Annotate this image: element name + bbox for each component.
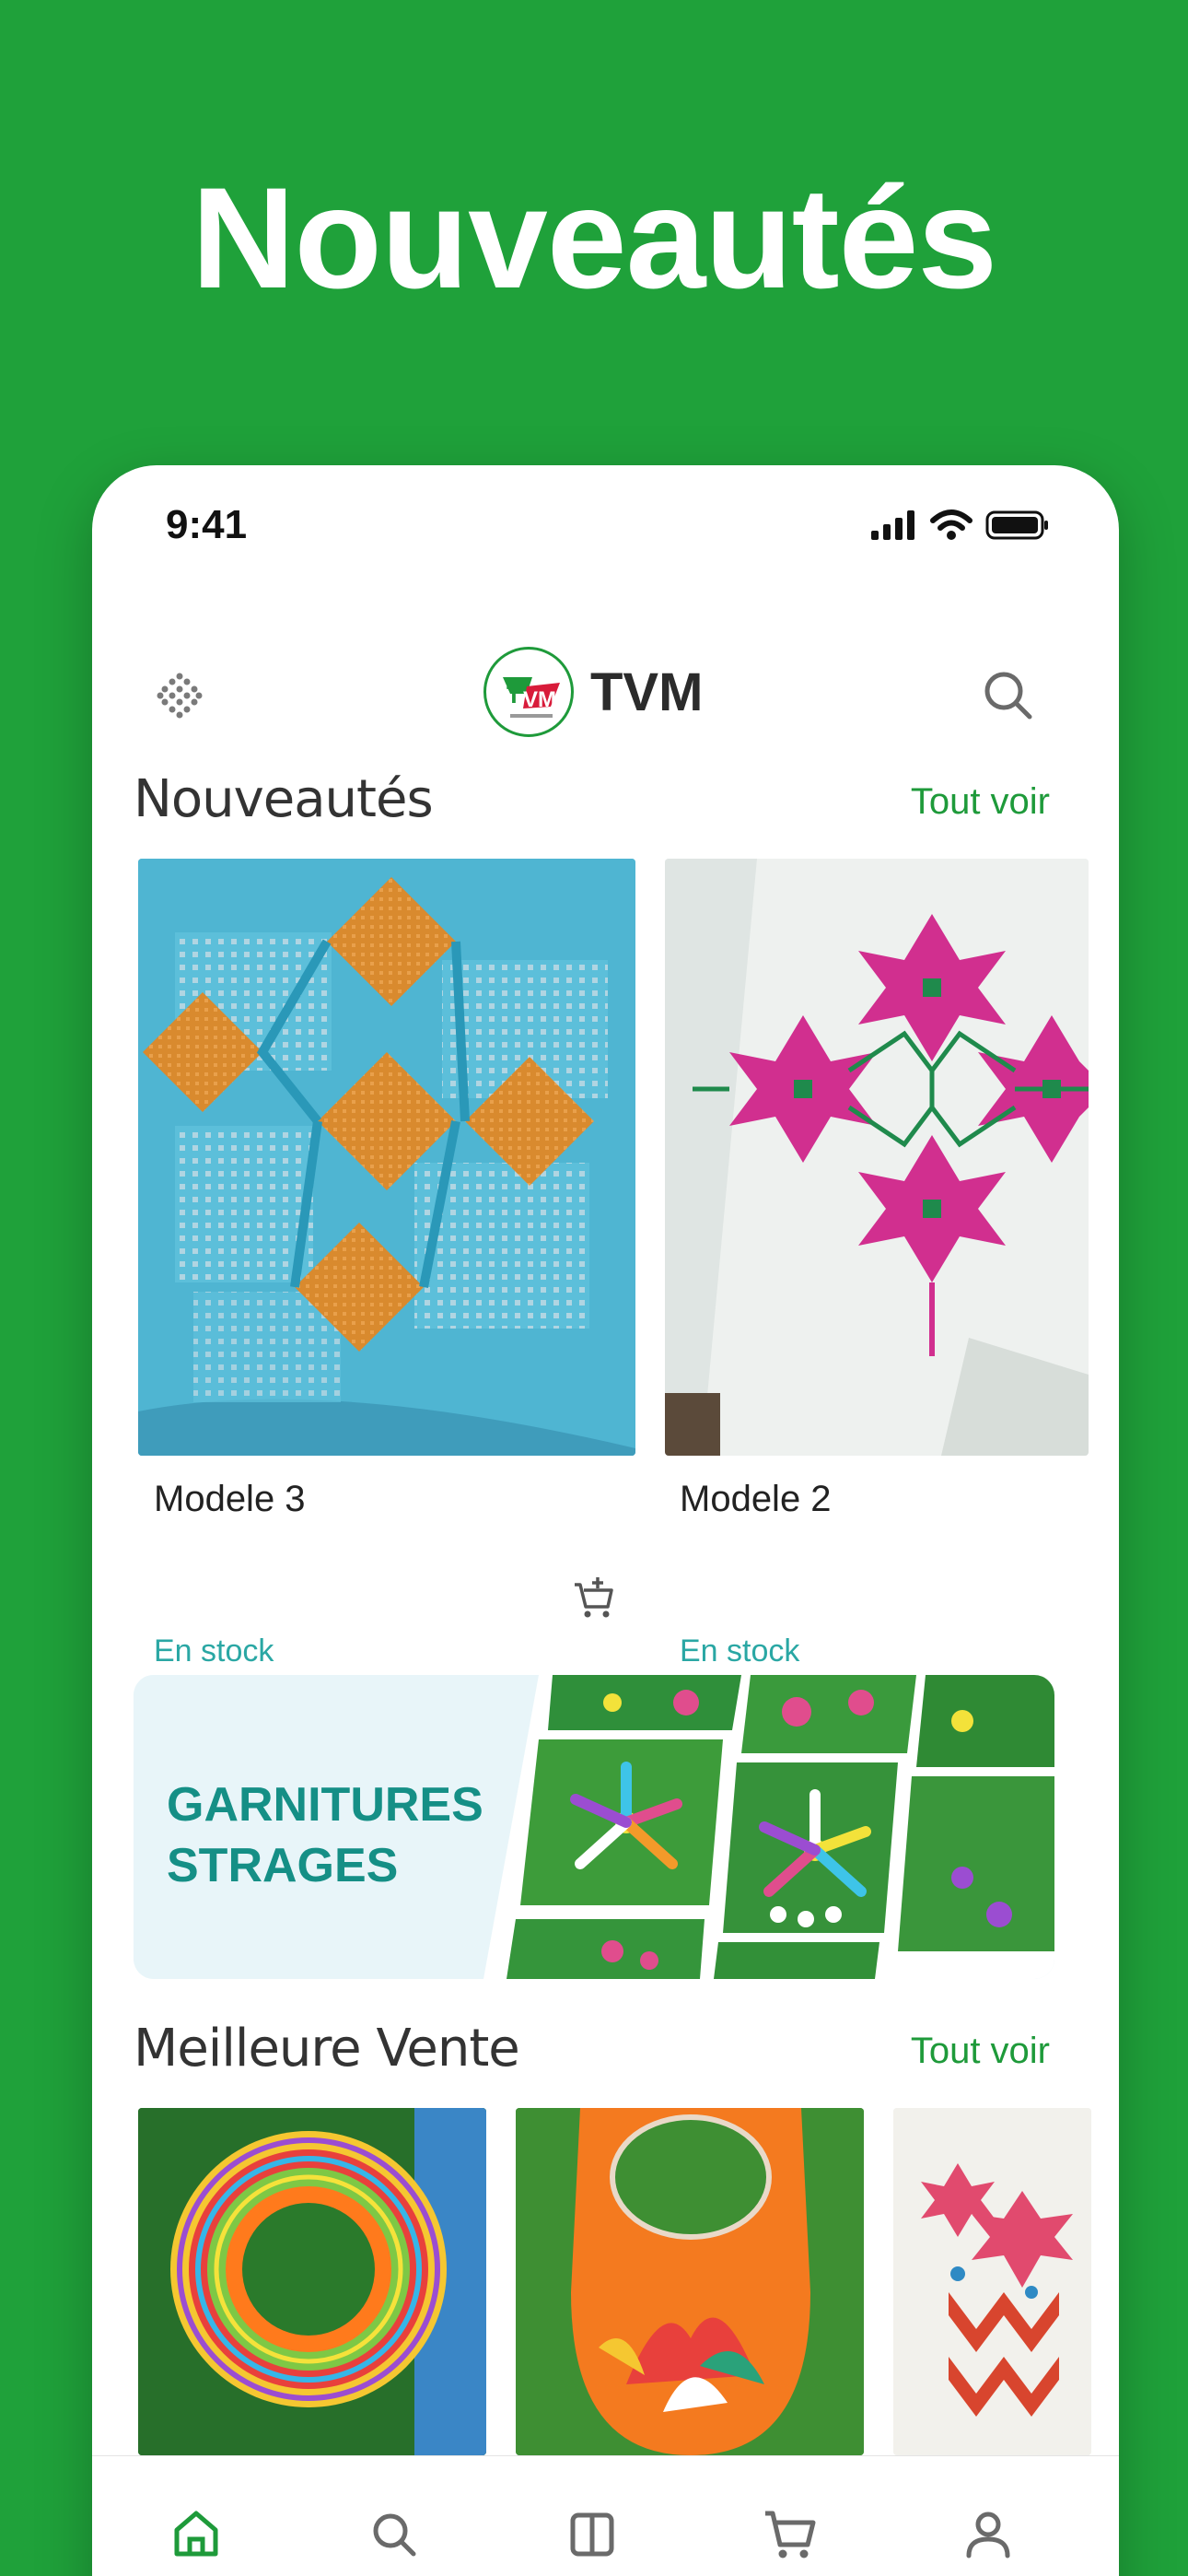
product-card[interactable] (138, 2108, 486, 2455)
status-time: 9:41 (166, 502, 248, 547)
promo-banner[interactable]: GARNITURES STRAGES (134, 1675, 1054, 1979)
brand-logo: T VM (483, 647, 574, 737)
catalog-icon (570, 2512, 614, 2557)
banner-text: GARNITURES STRAGES (167, 1774, 483, 1896)
product-card[interactable] (665, 859, 1089, 1456)
wifi-icon (930, 509, 973, 540)
home-icon (174, 2511, 218, 2557)
product-image[interactable] (516, 2108, 864, 2455)
nav-cart[interactable] (760, 2504, 821, 2565)
profile-icon (966, 2512, 1010, 2558)
banner-line-2: STRAGES (167, 1839, 399, 1892)
stock-status: En stock (680, 1633, 800, 1669)
product-image[interactable] (893, 2108, 1091, 2455)
nav-search[interactable] (364, 2504, 425, 2565)
nav-catalog[interactable] (562, 2504, 623, 2565)
section-title-best-sellers: Meilleure Vente (134, 2019, 520, 2078)
add-to-cart-button[interactable] (571, 1575, 617, 1622)
battery-icon (985, 510, 1048, 540)
svg-text:T: T (507, 681, 521, 708)
grid-dots-icon (157, 673, 203, 719)
brand[interactable]: T VM TVM (483, 647, 703, 737)
status-bar: 9:41 (92, 465, 1119, 585)
page-headline: Nouveautés (191, 158, 997, 319)
search-button[interactable] (976, 663, 1041, 728)
product-name[interactable]: Modele 2 (680, 1479, 832, 1520)
product-image[interactable] (138, 859, 635, 1456)
cart-icon (765, 2511, 816, 2558)
brand-name: TVM (590, 662, 704, 722)
product-card[interactable] (516, 2108, 864, 2455)
banner-line-1: GARNITURES (167, 1778, 483, 1832)
product-card[interactable] (893, 2108, 1091, 2455)
section-title-new: Nouveautés (134, 769, 434, 829)
app-header: T VM TVM (92, 636, 1119, 755)
product-name[interactable]: Modele 3 (154, 1479, 306, 1520)
stock-status: En stock (154, 1633, 274, 1669)
nav-profile[interactable] (958, 2504, 1019, 2565)
phone-screen: 9:41 T VM TVM Nouveautés Tout voir Model… (92, 465, 1119, 2576)
search-icon (373, 2513, 416, 2557)
nav-home[interactable] (166, 2504, 227, 2565)
add-to-cart-icon (575, 1577, 613, 1618)
bottom-nav (92, 2455, 1119, 2576)
status-icons (871, 509, 1050, 541)
product-card[interactable] (138, 859, 635, 1456)
see-all-new-link[interactable]: Tout voir (911, 781, 1050, 823)
svg-text:VM: VM (523, 687, 556, 712)
signal-icon (871, 510, 914, 540)
see-all-best-sellers-link[interactable]: Tout voir (911, 2031, 1050, 2072)
menu-button[interactable] (147, 663, 212, 728)
product-image[interactable] (665, 859, 1089, 1456)
search-icon (984, 672, 1032, 720)
product-image[interactable] (138, 2108, 486, 2455)
